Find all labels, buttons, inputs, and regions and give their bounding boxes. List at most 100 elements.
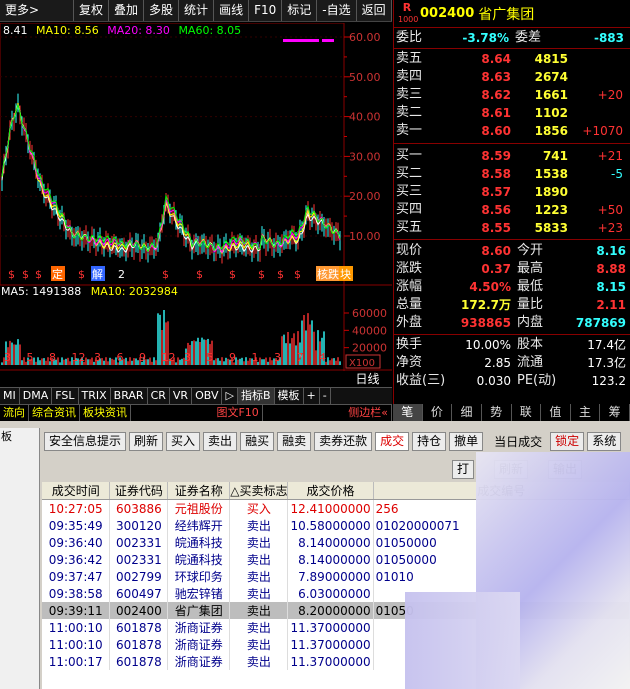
indicator-tab[interactable]: FSL: [52, 388, 79, 404]
event-marker[interactable]: 核跌: [317, 267, 339, 281]
toolbar-item[interactable]: 多股: [144, 0, 180, 21]
trade-button[interactable]: 成交: [375, 431, 410, 451]
column-header[interactable]: 证券代码: [109, 482, 169, 500]
cell-code: 601878: [109, 636, 169, 653]
vol-ma5: MA5: 1491388: [1, 285, 82, 298]
event-marker[interactable]: $: [162, 268, 169, 281]
quote-tab[interactable]: 值: [541, 404, 571, 421]
cell-name: 元祖股份: [167, 499, 231, 517]
toolbar-item[interactable]: F10: [249, 0, 283, 21]
time-tick-label: 9: [139, 351, 146, 364]
indicator-tab[interactable]: VR: [170, 388, 193, 404]
lock-button[interactable]: 锁定: [550, 431, 585, 451]
indicator-tab[interactable]: TRIX: [79, 388, 111, 404]
indicator-tab[interactable]: CR: [148, 388, 170, 404]
cell-name: 浙商证券: [167, 653, 231, 670]
column-header[interactable]: 成交时间: [42, 482, 111, 500]
quote-tab[interactable]: 主: [571, 404, 601, 421]
indicator-tab[interactable]: ▷: [222, 388, 238, 404]
time-tick-label: 3: [274, 351, 281, 364]
quote-tab[interactable]: 联: [512, 404, 542, 421]
column-header[interactable]: △买卖标志: [229, 482, 289, 500]
toolbar-item[interactable]: 更多>: [0, 0, 74, 21]
event-marker[interactable]: $: [258, 268, 265, 281]
trade-tree-panel[interactable]: 板: [0, 428, 40, 689]
trade-button[interactable]: 刷新: [129, 431, 164, 451]
quote-tab[interactable]: 势: [482, 404, 512, 421]
cell-time: 09:36:40: [42, 534, 111, 551]
toolbar-item[interactable]: 标记: [282, 0, 318, 21]
trade-button[interactable]: 融买: [240, 431, 275, 451]
book-row: 买一 8.59 741 +21: [396, 148, 623, 163]
cell-side: 卖出: [229, 636, 289, 653]
stat-row: 涨幅 4.50% 最低 8.15: [396, 279, 626, 294]
sidebar-toggle[interactable]: 侧边栏«: [345, 405, 392, 421]
indicator-tab[interactable]: OBV: [192, 388, 223, 404]
event-marker[interactable]: $: [294, 268, 301, 281]
indicator-tab[interactable]: BRAR: [111, 388, 148, 404]
event-marker[interactable]: $: [196, 268, 203, 281]
quote-tab-bar: 笔价细势联值主筹: [393, 404, 630, 421]
event-marker[interactable]: $: [277, 268, 284, 281]
cell-price: 10.58000000: [287, 517, 374, 534]
indicator-tab[interactable]: 模板: [275, 388, 304, 404]
trade-button[interactable]: 买入: [166, 431, 201, 451]
info-tab[interactable]: 综合资讯: [29, 405, 80, 421]
event-marker[interactable]: $: [8, 268, 15, 281]
toolbar-item[interactable]: 画线: [214, 0, 250, 21]
indicator-tab[interactable]: -: [320, 388, 331, 404]
toolbar-item[interactable]: 返回: [357, 0, 392, 21]
quote-tab[interactable]: 笔: [393, 404, 423, 421]
toolbar-item[interactable]: -自选: [317, 0, 357, 21]
cell-time: 11:00:10: [42, 636, 111, 653]
privacy-mosaic: [405, 592, 520, 689]
trade-button[interactable]: 撤单: [449, 431, 484, 451]
trade-button[interactable]: 持仓: [412, 431, 447, 451]
quote-tab[interactable]: 细: [452, 404, 482, 421]
info-tab[interactable]: 板块资讯: [80, 405, 131, 421]
period-day-button[interactable]: 日线: [345, 371, 390, 387]
event-marker[interactable]: $: [22, 268, 29, 281]
indicator-tab[interactable]: MI: [0, 388, 20, 404]
event-marker[interactable]: $: [35, 268, 42, 281]
kline-chart[interactable]: $ $ $ 定 $ 解 2 $ $ $ $ $ $ 核跌块 60.00 50.00 40.00 30.00 20.…: [0, 23, 392, 371]
tree-item[interactable]: 板: [0, 428, 39, 444]
f10-tab[interactable]: 图文F10: [213, 405, 263, 421]
table-tool-button[interactable]: 打: [452, 460, 475, 479]
fundamental-stats: 换手 10.00% 股本 17.4亿 净资 2.85 流通 17.3亿 收益(三) 0.030 PE…: [394, 335, 630, 391]
chart-toolbar: 更多> 复权 叠加 多股 统计 画线 F10 标记 -自选 返回: [0, 0, 392, 22]
cell-name: 环球印务: [167, 568, 231, 585]
ma5-line: [1, 103, 341, 254]
trade-button[interactable]: 卖出: [203, 431, 238, 451]
event-marker[interactable]: 2: [118, 268, 125, 281]
toolbar-item[interactable]: 叠加: [109, 0, 145, 21]
trade-button[interactable]: 融卖: [277, 431, 312, 451]
cell-code: 002400: [109, 602, 169, 619]
indicator-tab[interactable]: +: [304, 388, 320, 404]
quote-tab[interactable]: 价: [423, 404, 453, 421]
event-marker[interactable]: 块: [340, 268, 351, 281]
cell-price: 11.37000000: [287, 653, 374, 670]
event-marker[interactable]: 定: [52, 267, 63, 281]
time-tick-label: 5: [27, 351, 34, 364]
quote-header: R 1000 002400 省广集团: [394, 0, 630, 28]
indicator-tab[interactable]: DMA: [20, 388, 53, 404]
toolbar-item[interactable]: 统计: [179, 0, 215, 21]
cell-side: 卖出: [229, 517, 289, 534]
event-marker[interactable]: $: [229, 268, 236, 281]
indicator-tab[interactable]: 指标B: [237, 388, 275, 404]
column-header[interactable]: 证券名称: [167, 482, 231, 500]
price-tick-label: 50.00: [349, 71, 381, 84]
time-tick-label: 7: [297, 351, 304, 364]
toolbar-item[interactable]: 复权: [74, 0, 110, 21]
event-marker[interactable]: $: [78, 268, 85, 281]
trade-button[interactable]: 安全信息提示: [44, 431, 127, 451]
ma20-line: [1, 104, 341, 254]
system-button[interactable]: 系统: [587, 431, 622, 451]
cell-side: 卖出: [229, 585, 289, 602]
trade-button[interactable]: 卖券还款: [314, 431, 373, 451]
column-header[interactable]: 成交价格: [287, 482, 374, 500]
event-marker[interactable]: 解: [92, 267, 103, 281]
info-tab[interactable]: 流向: [0, 405, 29, 421]
quote-tab[interactable]: 筹: [600, 404, 630, 421]
